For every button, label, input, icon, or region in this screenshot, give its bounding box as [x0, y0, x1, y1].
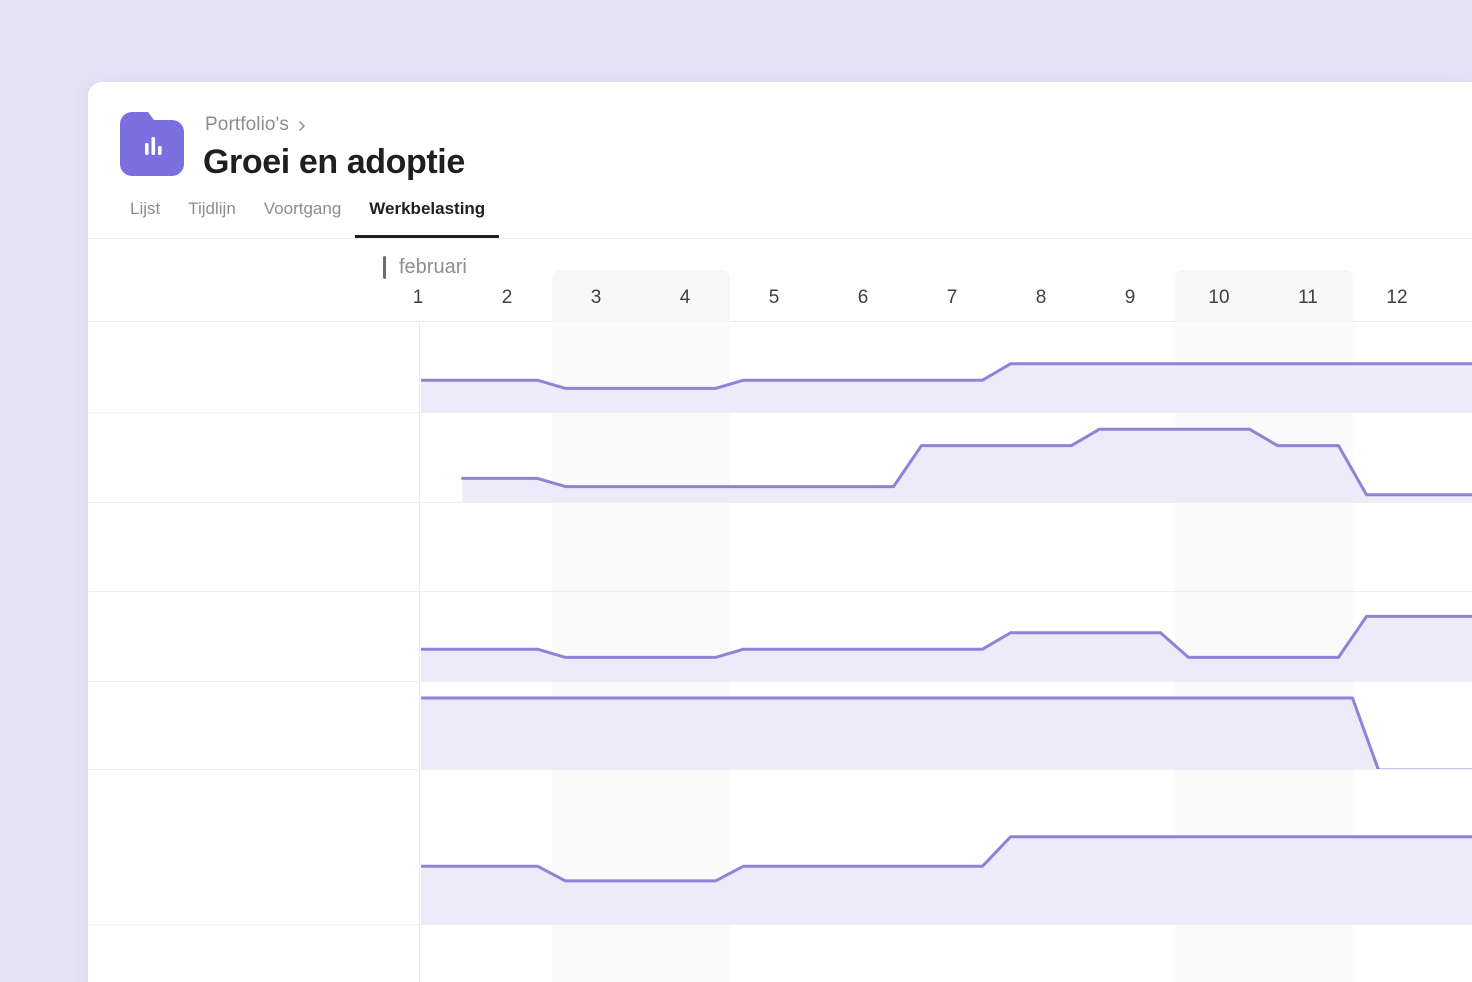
row-separator [88, 769, 1472, 770]
day-label[interactable]: 6 [858, 287, 869, 309]
view-tabs: Lijst Tijdlijn Voortgang Werkbelasting [116, 199, 499, 238]
row-separator [88, 591, 1472, 592]
day-label[interactable]: 11 [1298, 287, 1318, 309]
workload-lane-copywriter-1 [421, 591, 1472, 681]
month-marker [383, 256, 386, 279]
day-label[interactable]: 3 [591, 287, 602, 309]
row-separator [88, 502, 1472, 503]
workload-grid: Sociale media-lead Ontwerper [88, 322, 1472, 982]
day-label[interactable]: 1 [413, 287, 424, 309]
tab-tijdlijn[interactable]: Tijdlijn [174, 199, 250, 238]
breadcrumb[interactable]: Portfolio's [205, 114, 308, 136]
workload-area [463, 429, 1472, 502]
timeline-header: februari 123456789101112 [88, 239, 1472, 322]
day-label[interactable]: 12 [1386, 287, 1407, 309]
workload-lane-sociale-media-lead [421, 322, 1472, 412]
workload-lane-herontwerp-website [421, 681, 1472, 769]
day-label[interactable]: 2 [502, 287, 513, 309]
row-separator [88, 412, 1472, 413]
row-label-column [88, 322, 420, 982]
tab-voortgang[interactable]: Voortgang [250, 199, 356, 238]
workload-lane-ontwerper [421, 412, 1472, 502]
tab-werkbelasting[interactable]: Werkbelasting [355, 199, 499, 238]
day-label[interactable]: 7 [947, 287, 958, 309]
breadcrumb-label[interactable]: Portfolio's [205, 114, 289, 136]
day-label[interactable]: 10 [1208, 287, 1229, 309]
workload-chart-area [421, 322, 1472, 982]
workload-lane-webtesten [421, 769, 1472, 924]
page-title: Groei en adoptie [203, 143, 465, 182]
row-separator [88, 924, 1472, 925]
day-label[interactable]: 8 [1036, 287, 1047, 309]
portfolio-folder-chart-icon [120, 112, 184, 176]
day-label[interactable]: 5 [769, 287, 780, 309]
chevron-right-icon [296, 119, 308, 131]
day-label[interactable]: 9 [1125, 287, 1136, 309]
row-separator [88, 681, 1472, 682]
tab-lijst[interactable]: Lijst [116, 199, 174, 238]
weekend-band [1175, 270, 1353, 322]
month-label-group: februari [383, 256, 467, 279]
page-header: Portfolio's Groei en adoptie Lijst Tijdl… [88, 82, 1472, 239]
month-label: februari [399, 256, 467, 279]
workload-screen: Portfolio's Groei en adoptie Lijst Tijdl… [0, 0, 1472, 982]
day-label[interactable]: 4 [680, 287, 691, 309]
weekend-band [552, 270, 730, 322]
portfolio-card: Portfolio's Groei en adoptie Lijst Tijdl… [88, 82, 1472, 982]
workload-area [421, 698, 1472, 769]
